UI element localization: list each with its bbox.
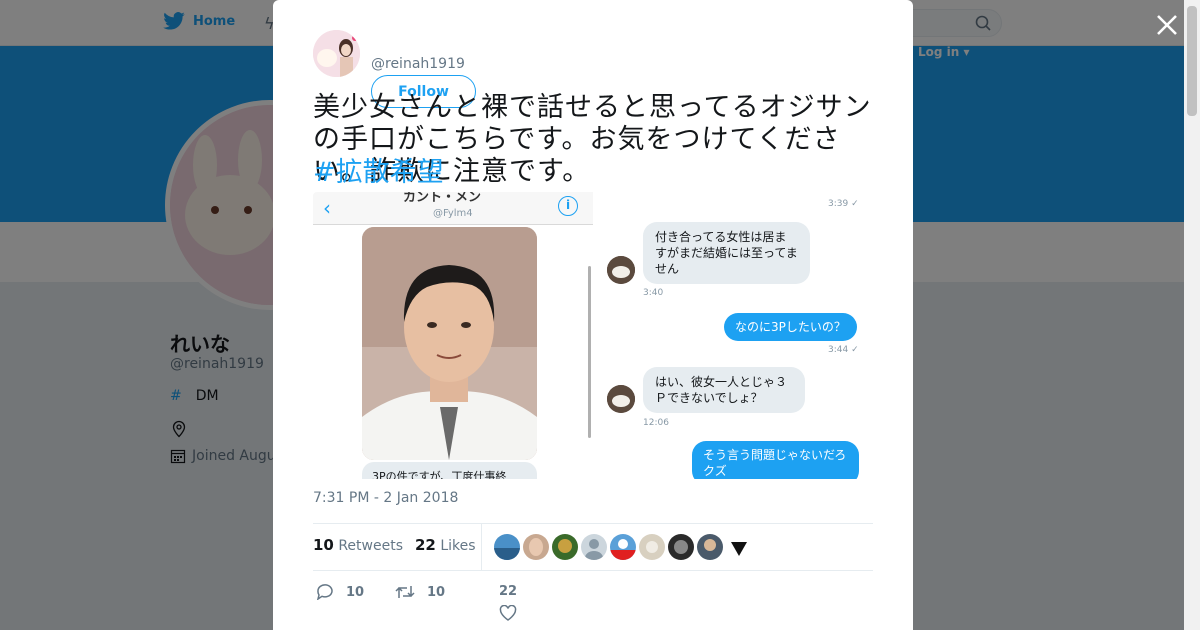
tweet-stats: 10 Retweets 22 Likes [313,536,476,554]
msg-time: 12:06 [643,418,669,428]
sender-avatar [607,385,635,413]
liker-avatar[interactable] [523,534,549,560]
reply-icon [316,584,333,600]
heart-icon [499,605,517,621]
stat-separator [481,524,482,570]
tweet-avatar[interactable] [313,30,360,77]
tweet-hashtag[interactable]: #拡散希望 [313,157,444,189]
tweet-media[interactable]: ‹ カント・メン @Fylm4 i 3Pの件ですが、丁度仕事終 3:39 ✓ 付… [313,192,874,479]
msg-outgoing: そう言う問題じゃないだろクズ [692,441,859,479]
dm-contact-id: @Fylm4 [433,208,473,219]
tweet-timestamp[interactable]: 7:31 PM - 2 Jan 2018 [313,490,458,506]
divider [313,570,873,571]
retweet-count: 10 [427,584,446,600]
scrollbar[interactable] [1184,0,1200,630]
liker-avatar[interactable] [697,534,723,560]
like-action[interactable]: 22 [499,584,517,621]
scrollbar-thumb[interactable] [1187,6,1197,116]
msg-outgoing: なのに3Pしたいの？ [724,313,857,341]
liker-avatar[interactable] [494,534,520,560]
liker-avatar[interactable] [726,534,752,560]
msg-time: 3:40 [643,288,664,298]
dm-photo [362,227,537,460]
tweet-actions: 10 10 22 [313,584,873,624]
likes-stat[interactable]: 22 Likes [415,536,476,554]
msg-time: 3:44 ✓ [828,345,859,355]
retweets-stat[interactable]: 10 Retweets [313,536,403,554]
divider [313,523,873,524]
tweet-modal: @reinah1919 Follow 美少女さんと裸で話せると思ってるオジサンの… [273,0,913,630]
retweet-icon [395,586,415,598]
info-icon: i [558,196,578,216]
liker-avatar[interactable] [668,534,694,560]
liker-avatar[interactable] [581,534,607,560]
likes-label: Likes [440,538,476,554]
liker-avatar[interactable] [552,534,578,560]
likes-count: 22 [415,536,436,554]
msg-incoming: 付き合ってる女性は居ますがまだ結婚には至ってません [643,222,810,284]
msg-incoming: はい、彼女一人とじゃ３Ｐできないでしょ？ [643,367,805,413]
dm-scrollbar [588,266,591,438]
media-image-right[interactable]: 3:39 ✓ 付き合ってる女性は居ますがまだ結婚には至ってません 3:40 なの… [596,192,874,479]
sender-avatar [607,256,635,284]
likers-avatars [494,534,752,560]
dm-bubble: 3Pの件ですが、丁度仕事終 [362,462,537,479]
retweet-action[interactable]: 10 [395,584,445,600]
reply-count: 10 [346,584,365,600]
close-icon[interactable] [1154,12,1180,38]
liker-avatar[interactable] [639,534,665,560]
dm-contact-name: カント・メン [403,192,482,205]
dm-header: ‹ カント・メン @Fylm4 i [313,192,593,225]
retweets-label: Retweets [338,538,403,554]
retweets-count: 10 [313,536,334,554]
like-count: 22 [499,584,518,599]
back-chevron-icon: ‹ [323,196,331,220]
liker-avatar[interactable] [610,534,636,560]
tweet-handle[interactable]: @reinah1919 [371,56,465,72]
media-image-left[interactable]: ‹ カント・メン @Fylm4 i 3Pの件ですが、丁度仕事終 [313,192,593,479]
msg-time: 3:39 ✓ [828,199,859,209]
reply-action[interactable]: 10 [316,584,364,600]
